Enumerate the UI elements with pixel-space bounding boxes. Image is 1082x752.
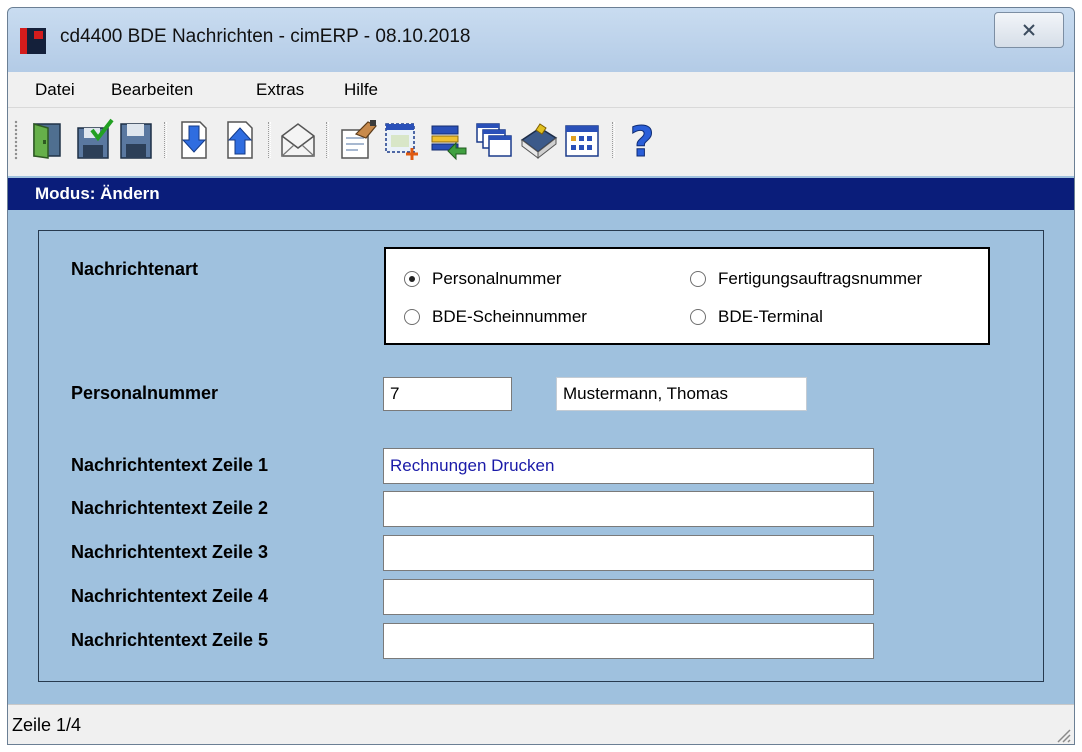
close-icon — [1023, 24, 1035, 36]
radio-unselected-icon — [404, 309, 420, 325]
message-type-radio-group: Personalnummer Fertigungsauftragsnummer … — [384, 247, 990, 345]
menu-extras[interactable]: Extras — [256, 80, 304, 100]
resize-grip-icon[interactable] — [1052, 724, 1072, 744]
previous-record-icon[interactable] — [220, 118, 260, 162]
radio-bde-scheinnummer[interactable]: BDE-Scheinnummer — [404, 307, 587, 327]
svg-text:?: ? — [630, 118, 654, 162]
app-logo-icon — [20, 28, 46, 54]
nachrichtenart-label: Nachrichtenart — [71, 259, 199, 279]
grid-view-icon[interactable] — [562, 118, 602, 162]
toolbar-separator — [326, 122, 329, 158]
text-line-2-input[interactable] — [383, 491, 874, 527]
new-window-icon[interactable] — [382, 118, 422, 162]
next-record-icon[interactable] — [174, 118, 214, 162]
toolbar-separator — [164, 122, 167, 158]
text-line-1-input[interactable]: Rechnungen Drucken — [383, 448, 874, 484]
save-icon[interactable] — [116, 118, 156, 162]
menu-bar: Datei Bearbeiten Extras Hilfe — [8, 72, 1074, 108]
radio-selected-icon — [404, 271, 420, 287]
personalnummer-input[interactable]: 7 — [383, 377, 512, 411]
title-bar[interactable]: cd4400 BDE Nachrichten - cimERP - 08.10.… — [8, 8, 1074, 72]
text-line-5-input[interactable] — [383, 623, 874, 659]
text-line-2-label: Nachrichtentext Zeile 2 — [71, 498, 269, 518]
toolbar-separator — [268, 122, 271, 158]
window-title: cd4400 BDE Nachrichten - cimERP - 08.10.… — [60, 26, 471, 47]
radio-bde-terminal[interactable]: BDE-Terminal — [690, 307, 823, 327]
menu-bearbeiten[interactable]: Bearbeiten — [111, 80, 193, 100]
radio-fertigungsauftragsnummer[interactable]: Fertigungsauftragsnummer — [690, 269, 922, 289]
personal-name-field: Mustermann, Thomas — [556, 377, 807, 411]
app-window: cd4400 BDE Nachrichten - cimERP - 08.10.… — [7, 7, 1075, 745]
status-text: Zeile 1/4 — [12, 715, 82, 735]
close-button[interactable] — [994, 12, 1064, 48]
personalnummer-label: Personalnummer — [71, 383, 219, 403]
help-icon[interactable]: ? — [622, 118, 662, 162]
save-confirm-icon[interactable] — [74, 118, 114, 162]
menu-datei[interactable]: Datei — [35, 80, 75, 100]
toolbar-separator — [612, 122, 615, 158]
envelope-icon[interactable] — [278, 118, 318, 162]
list-import-icon[interactable] — [428, 118, 468, 162]
mode-indicator: Modus: Ändern — [8, 178, 1074, 210]
toolbar-grip[interactable] — [14, 120, 18, 160]
menu-hilfe[interactable]: Hilfe — [344, 80, 378, 100]
text-line-3-input[interactable] — [383, 535, 874, 571]
exit-door-icon[interactable] — [28, 118, 68, 162]
text-line-4-input[interactable] — [383, 579, 874, 615]
radio-personalnummer[interactable]: Personalnummer — [404, 269, 561, 289]
radio-unselected-icon — [690, 309, 706, 325]
text-line-4-label: Nachrichtentext Zeile 4 — [71, 586, 269, 606]
toolbar: ? — [8, 108, 1074, 176]
text-line-3-label: Nachrichtentext Zeile 3 — [71, 542, 269, 562]
text-line-1-label: Nachrichtentext Zeile 1 — [71, 455, 269, 475]
status-bar: Zeile 1/4 — [8, 704, 1074, 744]
edit-record-icon[interactable] — [338, 118, 378, 162]
radio-unselected-icon — [690, 271, 706, 287]
windows-icon[interactable] — [474, 118, 514, 162]
text-line-5-label: Nachrichtentext Zeile 5 — [71, 630, 269, 650]
book-icon[interactable] — [518, 118, 558, 162]
